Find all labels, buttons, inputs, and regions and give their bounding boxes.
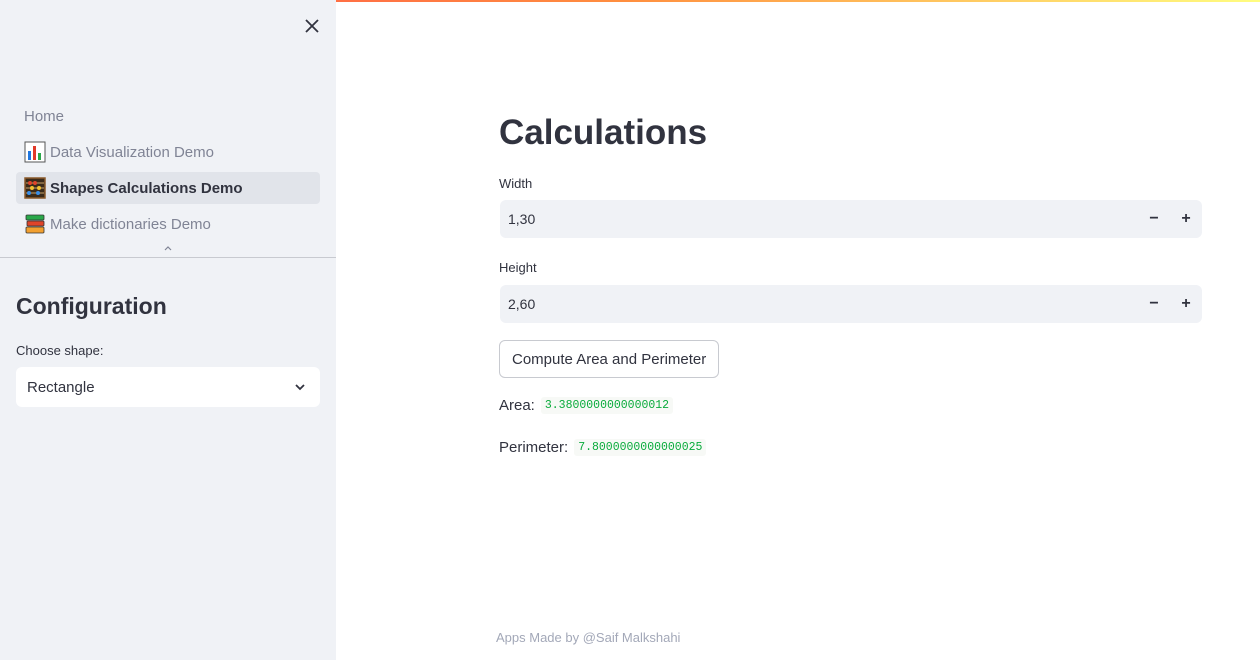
sidebar-item-home[interactable]: Home [16,100,320,132]
sidebar-item-label: Data Visualization Demo [50,143,214,161]
minus-icon: − [1149,210,1159,227]
minus-icon: − [1149,295,1159,312]
height-field[interactable] [508,285,1108,323]
configuration-heading: Configuration [16,293,167,319]
compute-area-perimeter-button[interactable]: Compute Area and Perimeter [499,340,720,378]
height-label: Height [499,260,537,275]
sidebar: Home Data Visualization Demo Shapes Calc… [0,0,336,660]
chevron-down-icon [295,384,305,391]
shape-select-value: Rectangle [27,378,95,396]
abacus-icon [24,177,46,199]
choose-shape-label: Choose shape: [16,343,104,358]
width-field[interactable] [508,200,1108,238]
area-label: Area: [499,397,535,414]
books-icon [24,213,46,235]
page-title: Calculations [499,113,708,152]
main-content: Calculations Width − + Height − + Comput… [499,0,1202,660]
bar-chart-icon [24,141,46,163]
height-number-input: − + [500,285,1202,323]
height-increment-button[interactable]: + [1170,285,1202,323]
area-value: 3.3800000000000012 [540,397,674,414]
sidebar-item-make-dictionaries[interactable]: Make dictionaries Demo [16,208,320,240]
plus-icon: + [1181,295,1191,312]
sidebar-item-label: Home [24,107,65,125]
sidebar-item-data-visualization[interactable]: Data Visualization Demo [16,136,320,168]
sidebar-item-label: Make dictionaries Demo [50,215,211,233]
width-label: Width [499,176,533,191]
area-result: Area: 3.3800000000000012 [499,397,674,414]
perimeter-result: Perimeter: 7.8000000000000025 [499,439,707,456]
footer-credit: Apps Made by @Saif Malkshahi [496,630,681,645]
sidebar-item-label: Shapes Calculations Demo [50,179,243,197]
perimeter-label: Perimeter: [499,439,569,456]
shape-select[interactable]: Rectangle [16,367,320,407]
close-icon [305,19,319,33]
perimeter-value: 7.8000000000000025 [574,439,707,456]
height-decrement-button[interactable]: − [1138,285,1170,323]
sidebar-item-shapes-calculations[interactable]: Shapes Calculations Demo [16,172,320,204]
collapse-nav-button[interactable] [160,242,176,254]
width-number-input: − + [500,200,1202,238]
width-increment-button[interactable]: + [1170,200,1202,238]
close-sidebar-button[interactable] [300,14,324,38]
chevron-up-icon [164,245,172,250]
sidebar-divider [0,257,336,258]
plus-icon: + [1181,210,1191,227]
sidebar-nav: Home Data Visualization Demo Shapes Calc… [16,100,320,244]
width-decrement-button[interactable]: − [1138,200,1170,238]
